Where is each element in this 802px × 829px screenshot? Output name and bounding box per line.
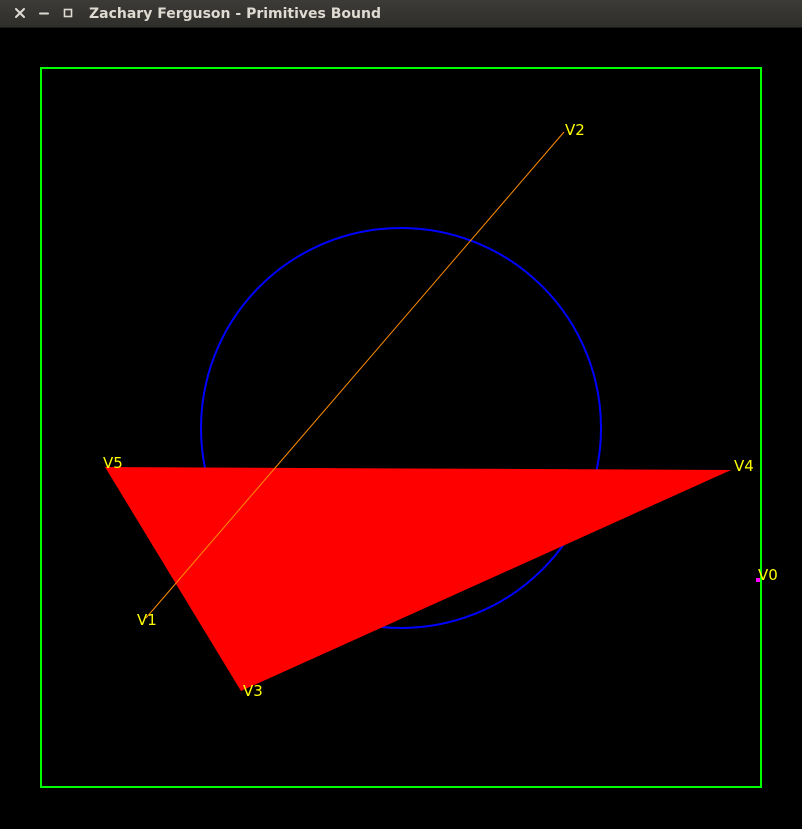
triangle-primitive (105, 467, 731, 691)
close-icon[interactable] (12, 5, 28, 21)
app-window: Zachary Ferguson - Primitives Bound V2 V… (0, 0, 802, 829)
vertex-label-v0: V0 (758, 566, 778, 584)
bounding-box (40, 67, 762, 788)
maximize-icon[interactable] (60, 5, 76, 21)
scene-svg: V2 V5 V4 V0 V1 V3 (40, 67, 778, 788)
vertex-label-v5: V5 (103, 454, 123, 472)
minimize-icon[interactable] (36, 5, 52, 21)
vertex-label-v3: V3 (243, 682, 263, 700)
vertex-label-v2: V2 (565, 121, 585, 139)
window-title: Zachary Ferguson - Primitives Bound (89, 6, 381, 22)
render-canvas[interactable]: V2 V5 V4 V0 V1 V3 (0, 28, 802, 829)
vertex-label-v4: V4 (734, 457, 754, 475)
vertex-label-v1: V1 (137, 611, 157, 629)
title-bar[interactable]: Zachary Ferguson - Primitives Bound (0, 0, 802, 28)
